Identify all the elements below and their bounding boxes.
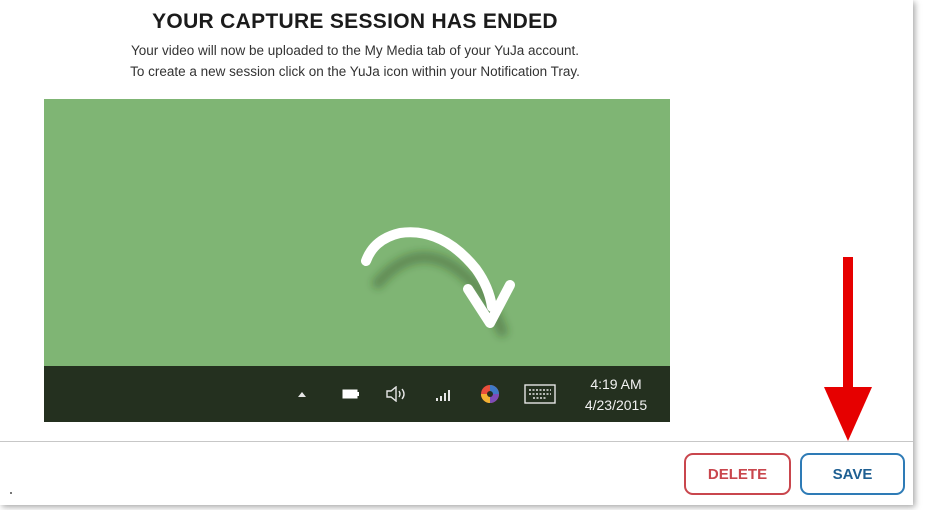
battery-icon[interactable]: [340, 366, 362, 422]
delete-button[interactable]: DELETE: [684, 453, 791, 495]
notification-tray-illustration: 4:19 AM 4/23/2015: [44, 99, 670, 422]
dialog-message-line-1: Your video will now be uploaded to the M…: [130, 43, 580, 58]
footer-divider: [0, 441, 913, 442]
keyboard-icon[interactable]: [522, 366, 558, 422]
network-signal-icon[interactable]: [432, 366, 458, 422]
clock-date: 4/23/2015: [584, 397, 648, 413]
save-button[interactable]: SAVE: [800, 453, 905, 495]
stray-dot: [10, 492, 12, 494]
yuja-icon[interactable]: [476, 366, 504, 422]
chevron-up-icon[interactable]: [294, 366, 310, 422]
capture-ended-dialog: YOUR CAPTURE SESSION HAS ENDED Your vide…: [0, 0, 913, 505]
speaker-icon[interactable]: [384, 366, 410, 422]
red-down-arrow-icon: [824, 257, 872, 441]
clock-time: 4:19 AM: [590, 376, 642, 392]
windows-taskbar: 4:19 AM 4/23/2015: [44, 366, 670, 422]
taskbar-clock[interactable]: 4:19 AM 4/23/2015: [570, 374, 662, 416]
dialog-message-line-2: To create a new session click on the YuJ…: [130, 64, 580, 79]
dialog-title: YOUR CAPTURE SESSION HAS ENDED: [152, 10, 558, 33]
